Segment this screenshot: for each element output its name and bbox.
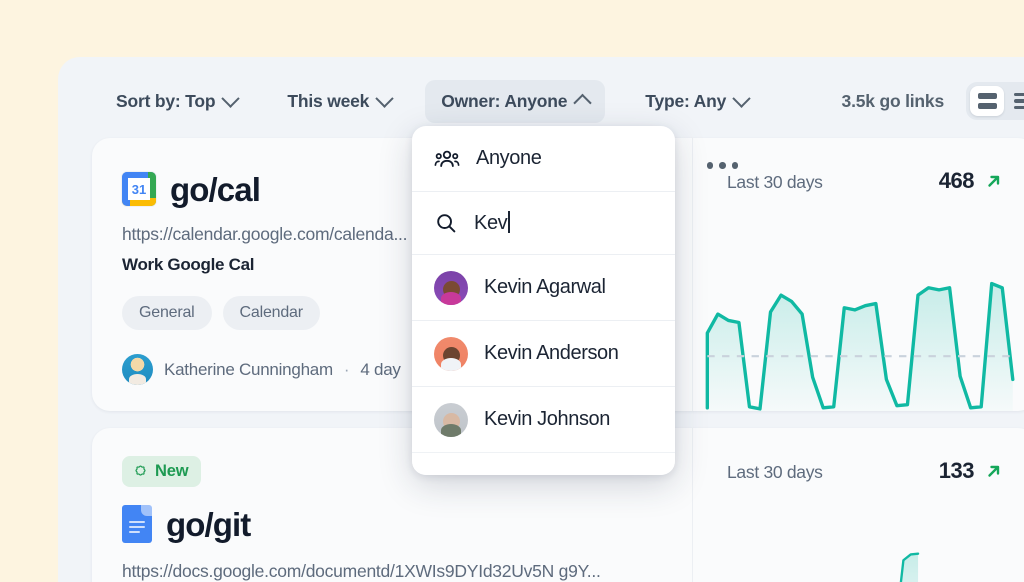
chart-header: Last 30 days 468 (727, 168, 1004, 194)
trend-up-arrow-icon (988, 465, 1000, 477)
card-view-icon[interactable] (970, 86, 1004, 116)
link-card-stats: Last 30 days 468 (692, 138, 1024, 411)
avatar (434, 402, 468, 437)
dropdown-item-label: Kevin Peppers (484, 474, 609, 475)
link-card-stats: Last 30 days 133 (692, 428, 1024, 582)
trend-up-arrow-icon (988, 175, 1000, 187)
status-badge: New (122, 456, 202, 487)
text-caret (508, 211, 510, 233)
chart-total-value: 133 (938, 458, 975, 483)
more-options-icon[interactable] (706, 162, 738, 169)
chart-period-label: Last 30 days (727, 462, 823, 482)
link-title-row: go/git (122, 505, 692, 543)
chart-value-wrap: 468 (939, 168, 1004, 194)
filter-owner-label: Owner: Anyone (441, 90, 568, 111)
owner-search-input[interactable]: Kev (474, 211, 510, 235)
dropdown-item-kevin-peppers[interactable]: Kevin Peppers (412, 453, 675, 475)
status-badge-label: New (155, 462, 189, 480)
chevron-up-icon (573, 93, 592, 112)
dropdown-item-kevin-johnson[interactable]: Kevin Johnson (412, 387, 675, 453)
dropdown-item-label: Kevin Agarwal (484, 276, 606, 298)
dropdown-item-anyone[interactable]: Anyone (412, 126, 675, 192)
filter-owner[interactable]: Owner: Anyone (425, 79, 606, 123)
chart-value-wrap: 133 (939, 458, 1004, 484)
filter-sort-by-label: Sort by: Top (116, 90, 216, 111)
filter-sort-by[interactable]: Sort by: Top (100, 80, 253, 123)
sparkline-chart-go-git (899, 552, 920, 582)
meta-separator: · (343, 359, 350, 379)
google-docs-icon (122, 505, 152, 543)
sparkle-icon (135, 465, 146, 476)
filter-type-label: Type: Any (645, 90, 727, 111)
chevron-down-icon (375, 88, 394, 108)
tag-general[interactable]: General (122, 296, 212, 330)
link-title[interactable]: go/cal (170, 173, 261, 206)
google-calendar-icon: 31 (122, 172, 156, 206)
chevron-down-icon (221, 88, 241, 108)
avatar (434, 468, 468, 475)
dropdown-item-label: Kevin Johnson (484, 408, 611, 430)
tag-calendar[interactable]: Calendar (222, 296, 320, 330)
chart-header: Last 30 days 133 (727, 458, 1004, 484)
chart-period-label: Last 30 days (727, 172, 823, 192)
link-url[interactable]: https://docs.google.com/documentd/1XWIs9… (122, 561, 692, 582)
dropdown-item-kevin-anderson[interactable]: Kevin Anderson (412, 321, 675, 387)
go-links-count: 3.5k go links (841, 90, 945, 111)
calendar-day-number: 31 (128, 178, 150, 200)
sparkline-chart-go-cal (705, 281, 1015, 411)
people-group-icon (434, 150, 460, 167)
owner-search-value: Kev (474, 212, 508, 234)
dropdown-item-label: Kevin Anderson (484, 342, 619, 364)
dropdown-item-kevin-agarwal[interactable]: Kevin Agarwal (412, 255, 675, 321)
filter-time-range-label: This week (287, 90, 370, 111)
search-icon (437, 214, 456, 233)
avatar (434, 270, 468, 305)
dropdown-item-anyone-label: Anyone (476, 147, 542, 169)
link-owner-name: Katherine Cunningham (164, 359, 333, 379)
list-view-icon[interactable] (1006, 86, 1024, 116)
owner-search-row[interactable]: Kev (412, 192, 675, 255)
owner-filter-dropdown: Anyone Kev Kevin Agarwal Kevin Anderson … (412, 126, 675, 475)
filter-time-range[interactable]: This week (271, 80, 407, 123)
link-title[interactable]: go/git (166, 508, 251, 541)
avatar (434, 336, 468, 371)
avatar (122, 354, 153, 385)
chart-total-value: 468 (938, 168, 975, 193)
link-age: 4 day (360, 359, 401, 379)
filter-type[interactable]: Type: Any (629, 80, 764, 123)
view-toggle (966, 82, 1024, 120)
chevron-down-icon (732, 88, 751, 108)
